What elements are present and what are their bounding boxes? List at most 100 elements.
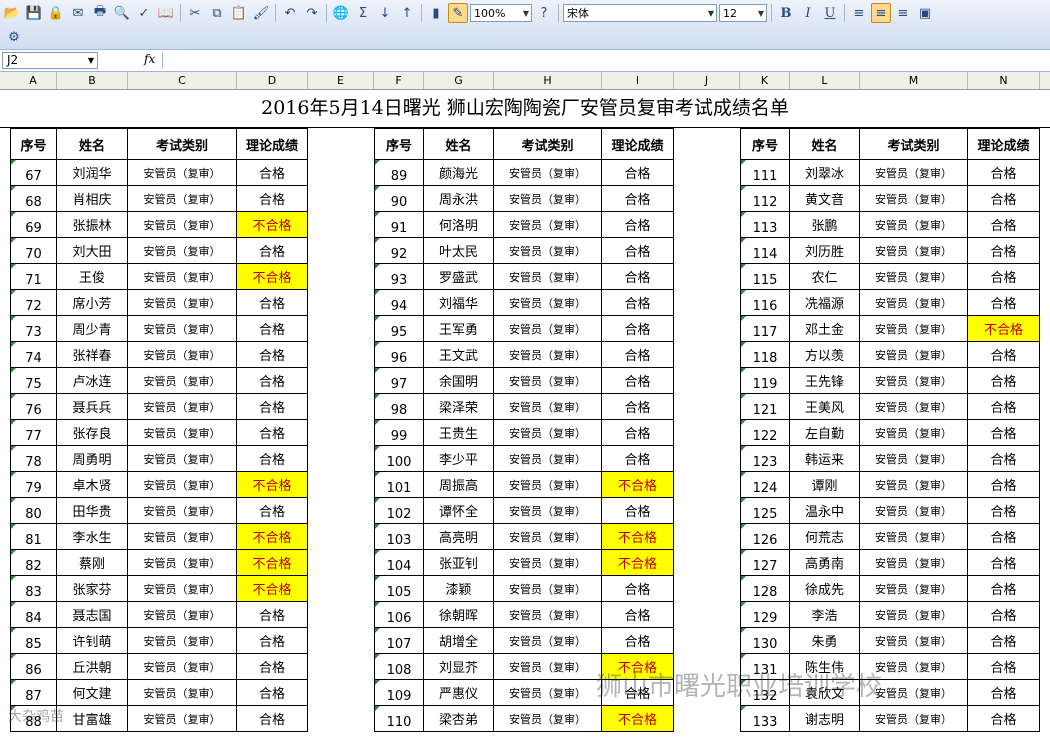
row-number[interactable]: 102 bbox=[374, 498, 424, 524]
row-name[interactable]: 韩运来 bbox=[790, 446, 860, 472]
row-result-pass[interactable]: 合格 bbox=[237, 420, 308, 446]
row-category[interactable]: 安管员（复审） bbox=[494, 472, 602, 498]
row-name[interactable]: 左自勤 bbox=[790, 420, 860, 446]
row-result-pass[interactable]: 合格 bbox=[237, 628, 308, 654]
row-number[interactable]: 76 bbox=[10, 394, 57, 420]
row-category[interactable]: 安管员（复审） bbox=[494, 316, 602, 342]
row-category[interactable]: 安管员（复审） bbox=[128, 576, 237, 602]
row-number[interactable]: 78 bbox=[10, 446, 57, 472]
row-category[interactable]: 安管员（复审） bbox=[860, 264, 968, 290]
row-result-pass[interactable]: 合格 bbox=[968, 212, 1040, 238]
header-score[interactable]: 理论成绩 bbox=[968, 128, 1040, 160]
row-result-pass[interactable]: 合格 bbox=[602, 238, 674, 264]
drawing-icon[interactable]: ✎ bbox=[448, 3, 468, 23]
undo-icon[interactable]: ↶ bbox=[280, 3, 300, 23]
row-category[interactable]: 安管员（复审） bbox=[128, 602, 237, 628]
row-number[interactable]: 115 bbox=[740, 264, 790, 290]
row-number[interactable]: 77 bbox=[10, 420, 57, 446]
row-number[interactable]: 122 bbox=[740, 420, 790, 446]
row-result-pass[interactable]: 合格 bbox=[237, 446, 308, 472]
spelling-icon[interactable]: ✓ bbox=[134, 3, 154, 23]
column-header-g[interactable]: G bbox=[424, 72, 494, 89]
row-category[interactable]: 安管员（复审） bbox=[128, 316, 237, 342]
row-result-pass[interactable]: 合格 bbox=[237, 238, 308, 264]
name-box[interactable]: J2 ▼ bbox=[2, 52, 98, 69]
row-number[interactable]: 103 bbox=[374, 524, 424, 550]
row-name[interactable]: 田华贵 bbox=[57, 498, 128, 524]
row-category[interactable]: 安管员（复审） bbox=[494, 212, 602, 238]
row-result-pass[interactable]: 合格 bbox=[968, 498, 1040, 524]
print-icon[interactable]: 🖶 bbox=[90, 3, 110, 23]
font-size-dropdown[interactable]: 12 ▼ bbox=[719, 4, 767, 22]
row-name[interactable]: 谭刚 bbox=[790, 472, 860, 498]
row-number[interactable]: 81 bbox=[10, 524, 57, 550]
toolbar-options-icon[interactable]: ⚙ bbox=[4, 27, 24, 47]
row-result-pass[interactable]: 合格 bbox=[602, 342, 674, 368]
row-result-pass[interactable]: 合格 bbox=[602, 628, 674, 654]
column-header-j[interactable]: J bbox=[674, 72, 740, 89]
row-name[interactable]: 刘历胜 bbox=[790, 238, 860, 264]
header-category[interactable]: 考试类别 bbox=[860, 128, 968, 160]
row-category[interactable]: 安管员（复审） bbox=[128, 394, 237, 420]
row-category[interactable]: 安管员（复审） bbox=[860, 342, 968, 368]
row-result-pass[interactable]: 合格 bbox=[237, 316, 308, 342]
header-no[interactable]: 序号 bbox=[740, 128, 790, 160]
row-name[interactable]: 刘润华 bbox=[57, 160, 128, 186]
open-icon[interactable]: 📂 bbox=[2, 3, 22, 23]
row-number[interactable]: 72 bbox=[10, 290, 57, 316]
row-name[interactable]: 丘洪朝 bbox=[57, 654, 128, 680]
column-header-i[interactable]: I bbox=[602, 72, 674, 89]
row-category[interactable]: 安管员（复审） bbox=[860, 472, 968, 498]
row-name[interactable]: 李浩 bbox=[790, 602, 860, 628]
row-number[interactable]: 112 bbox=[740, 186, 790, 212]
row-number[interactable]: 86 bbox=[10, 654, 57, 680]
row-category[interactable]: 安管员（复审） bbox=[494, 524, 602, 550]
row-number[interactable]: 123 bbox=[740, 446, 790, 472]
cut-icon[interactable]: ✂ bbox=[185, 3, 205, 23]
row-name[interactable]: 周勇明 bbox=[57, 446, 128, 472]
row-category[interactable]: 安管员（复审） bbox=[860, 368, 968, 394]
row-result-fail[interactable]: 不合格 bbox=[237, 524, 308, 550]
row-number[interactable]: 113 bbox=[740, 212, 790, 238]
email-icon[interactable]: ✉ bbox=[68, 3, 88, 23]
row-number[interactable]: 117 bbox=[740, 316, 790, 342]
row-result-pass[interactable]: 合格 bbox=[237, 602, 308, 628]
row-name[interactable]: 温永中 bbox=[790, 498, 860, 524]
save-icon[interactable]: 💾 bbox=[24, 3, 44, 23]
merge-center-icon[interactable]: ▣ bbox=[915, 3, 935, 23]
row-name[interactable]: 王文武 bbox=[424, 342, 494, 368]
row-category[interactable]: 安管员（复审） bbox=[860, 628, 968, 654]
row-category[interactable]: 安管员（复审） bbox=[860, 446, 968, 472]
row-category[interactable]: 安管员（复审） bbox=[860, 498, 968, 524]
row-result-fail[interactable]: 不合格 bbox=[602, 706, 674, 732]
row-category[interactable]: 安管员（复审） bbox=[128, 550, 237, 576]
row-category[interactable]: 安管员（复审） bbox=[128, 706, 237, 732]
row-number[interactable]: 109 bbox=[374, 680, 424, 706]
row-name[interactable]: 甘富雄 bbox=[57, 706, 128, 732]
row-result-pass[interactable]: 合格 bbox=[237, 368, 308, 394]
row-name[interactable]: 谭怀全 bbox=[424, 498, 494, 524]
row-result-fail[interactable]: 不合格 bbox=[602, 472, 674, 498]
row-category[interactable]: 安管员（复审） bbox=[494, 186, 602, 212]
row-result-pass[interactable]: 合格 bbox=[968, 524, 1040, 550]
row-result-pass[interactable]: 合格 bbox=[237, 342, 308, 368]
row-result-pass[interactable]: 合格 bbox=[968, 706, 1040, 732]
row-number[interactable]: 111 bbox=[740, 160, 790, 186]
row-result-pass[interactable]: 合格 bbox=[968, 446, 1040, 472]
row-name[interactable]: 刘翠冰 bbox=[790, 160, 860, 186]
row-category[interactable]: 安管员（复审） bbox=[128, 238, 237, 264]
row-name[interactable]: 张振林 bbox=[57, 212, 128, 238]
row-category[interactable]: 安管员（复审） bbox=[860, 550, 968, 576]
align-right-icon[interactable]: ≡ bbox=[893, 3, 913, 23]
column-header-c[interactable]: C bbox=[128, 72, 237, 89]
row-result-fail[interactable]: 不合格 bbox=[237, 550, 308, 576]
row-result-pass[interactable]: 合格 bbox=[968, 238, 1040, 264]
row-name[interactable]: 漆颖 bbox=[424, 576, 494, 602]
row-name[interactable]: 余国明 bbox=[424, 368, 494, 394]
row-number[interactable]: 119 bbox=[740, 368, 790, 394]
row-result-pass[interactable]: 合格 bbox=[602, 212, 674, 238]
bold-icon[interactable]: B bbox=[776, 3, 796, 23]
row-name[interactable]: 聂兵兵 bbox=[57, 394, 128, 420]
row-name[interactable]: 李少平 bbox=[424, 446, 494, 472]
row-number[interactable]: 83 bbox=[10, 576, 57, 602]
